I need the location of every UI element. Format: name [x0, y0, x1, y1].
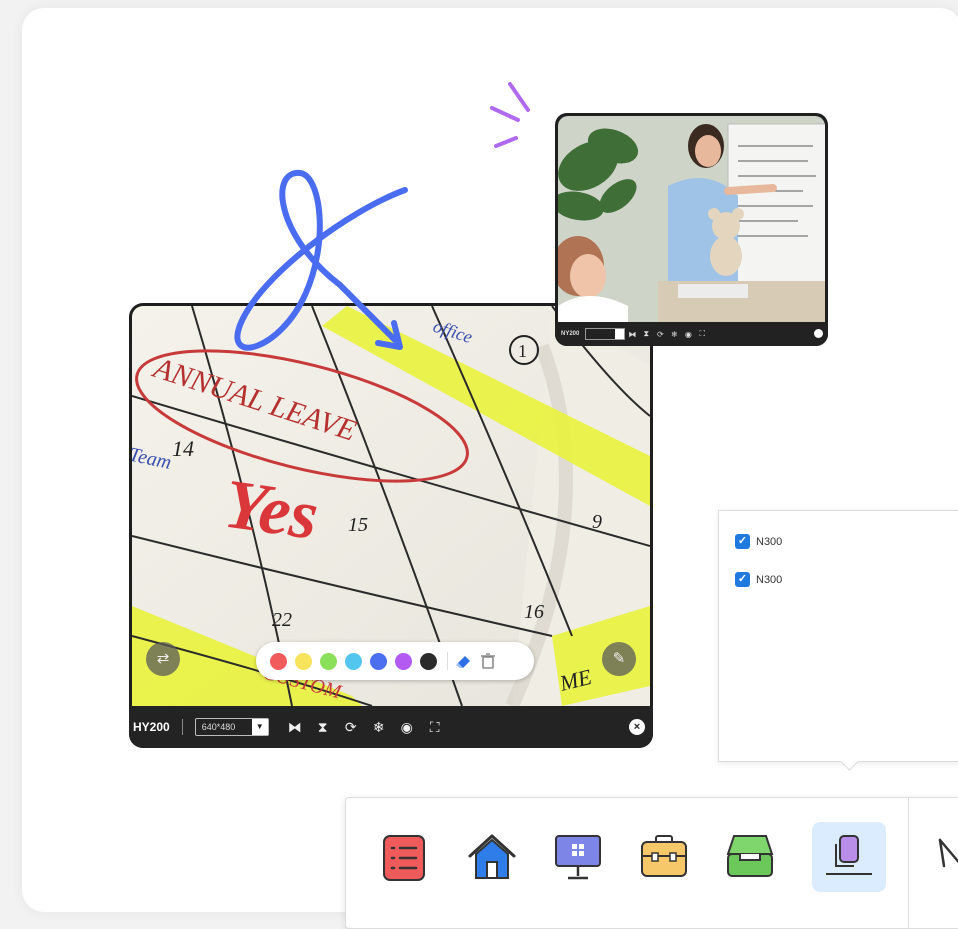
camera-select-popup: ✓ N300 ✓ N300 — [718, 510, 958, 762]
day-16-text: 16 — [524, 601, 544, 623]
close-icon[interactable]: × — [629, 719, 645, 735]
camera-device-name: HY200 — [133, 720, 170, 734]
classroom-image — [558, 116, 825, 322]
color-swatch-yellow[interactable] — [295, 652, 312, 670]
chevron-down-icon: ▼ — [251, 719, 268, 735]
camera-option-2[interactable]: ✓ N300 — [735, 572, 782, 587]
day-1-text: 1 — [518, 341, 527, 361]
checkbox-checked[interactable]: ✓ — [735, 572, 750, 587]
camera-feed-classroom — [558, 116, 825, 322]
color-swatch-cyan[interactable] — [345, 652, 362, 670]
sparkle-decoration — [490, 82, 530, 148]
home-app-icon[interactable] — [464, 828, 520, 884]
camera-capture-icon[interactable]: ◉ — [393, 719, 421, 736]
camera-feed-calendar: ANNUAL LEAVE Yes office 1 Team 14 15 9 1… — [132, 306, 650, 706]
pointer-tool-icon[interactable] — [936, 836, 958, 886]
yes-text: Yes — [220, 466, 323, 555]
checkbox-checked[interactable]: ✓ — [735, 534, 750, 549]
secondary-camera-toolbar: NY200 ⧓ ⧗ ⟳ ❄ ◉ ⛶ — [555, 322, 828, 346]
mirror-icon[interactable]: ⧓ — [625, 330, 639, 339]
inbox-app-icon[interactable] — [722, 828, 778, 884]
resolution-value: 640*480 — [201, 722, 236, 732]
fullscreen-icon[interactable]: ⛶ — [421, 719, 449, 736]
rotate-icon[interactable]: ⟳ — [653, 330, 667, 339]
pen-icon[interactable]: ✎ — [602, 642, 636, 676]
main-camera-window: ANNUAL LEAVE Yes office 1 Team 14 15 9 1… — [129, 303, 653, 748]
close-icon[interactable] — [814, 329, 823, 338]
day-14-text: 14 — [172, 436, 194, 461]
list-app-icon[interactable] — [378, 828, 434, 884]
eraser-icon[interactable] — [454, 651, 474, 671]
camera-option-label: N300 — [756, 535, 783, 548]
dock-divider — [908, 798, 909, 928]
freeze-icon[interactable]: ❄ — [365, 719, 393, 736]
day-15-text: 15 — [348, 514, 368, 536]
toolbox-app-icon[interactable] — [636, 828, 692, 884]
app-dock — [345, 797, 958, 929]
swap-icon[interactable]: ⇄ — [146, 642, 180, 676]
trash-icon[interactable] — [478, 651, 498, 671]
flip-vertical-icon[interactable]: ⧗ — [309, 719, 337, 736]
day-22-text: 22 — [272, 609, 292, 631]
day-9-text: 9 — [592, 511, 602, 533]
palette-divider — [447, 652, 448, 670]
camera-app-icon[interactable] — [812, 822, 886, 892]
fullscreen-icon[interactable]: ⛶ — [695, 329, 709, 339]
secondary-resolution-select[interactable] — [585, 328, 626, 340]
resolution-select[interactable]: 640*480 ▼ — [194, 718, 269, 736]
flip-vertical-icon[interactable]: ⧗ — [639, 329, 653, 339]
toolbar-divider — [181, 719, 183, 735]
camera-capture-icon[interactable]: ◉ — [681, 330, 695, 339]
drawing-palette — [256, 642, 534, 680]
monitor-app-icon[interactable] — [550, 828, 606, 884]
camera-option-1[interactable]: ✓ N300 — [735, 534, 782, 549]
color-swatch-black[interactable] — [420, 652, 437, 670]
secondary-camera-window: NY200 ⧓ ⧗ ⟳ ❄ ◉ ⛶ — [555, 113, 828, 346]
freeze-icon[interactable]: ❄ — [667, 330, 681, 339]
color-swatch-green[interactable] — [320, 652, 337, 670]
camera-toolbar: HY200 640*480 ▼ ⧓ ⧗ ⟳ ❄ ◉ ⛶ × — [129, 706, 653, 748]
color-swatch-red[interactable] — [270, 652, 287, 670]
mirror-icon[interactable]: ⧓ — [281, 719, 309, 736]
secondary-camera-name: NY200 — [561, 331, 580, 337]
rotate-icon[interactable]: ⟳ — [337, 719, 365, 736]
color-swatch-purple[interactable] — [395, 652, 412, 670]
color-swatch-blue[interactable] — [370, 652, 387, 670]
camera-option-label: N300 — [756, 573, 783, 586]
